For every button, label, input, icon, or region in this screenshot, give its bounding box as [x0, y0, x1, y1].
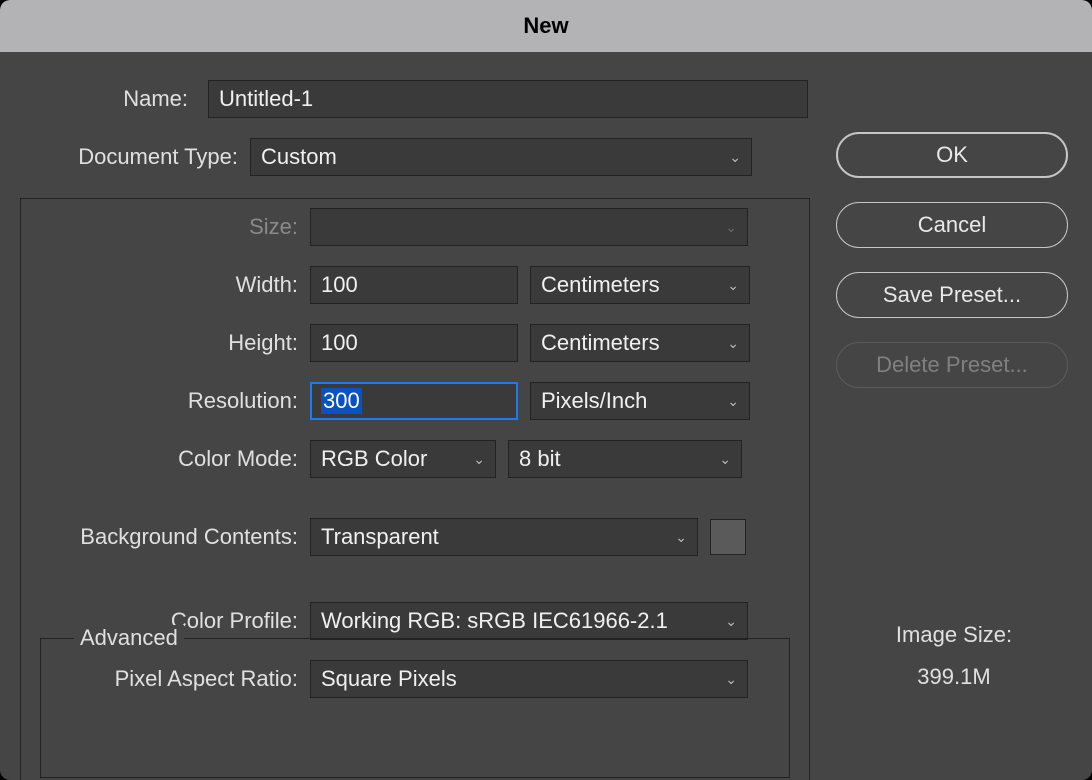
width-unit-value: Centimeters: [541, 272, 660, 298]
label-document-type: Document Type:: [0, 144, 250, 170]
color-mode-dropdown[interactable]: RGB Color ⌄: [310, 440, 496, 478]
label-resolution: Resolution:: [0, 388, 310, 414]
chevron-down-icon: ⌄: [725, 219, 737, 236]
ok-button-label: OK: [936, 142, 968, 168]
row-color-mode: Color Mode: RGB Color ⌄ 8 bit ⌄: [0, 440, 1092, 478]
color-profile-value: Working RGB: sRGB IEC61966-2.1: [321, 608, 668, 634]
resolution-unit-dropdown[interactable]: Pixels/Inch ⌄: [530, 382, 750, 420]
ok-button[interactable]: OK: [836, 132, 1068, 178]
chevron-down-icon: ⌄: [675, 529, 687, 546]
name-input[interactable]: [208, 80, 808, 118]
dialog-content: Name: Document Type: Custom ⌄ Size: ⌄ Wi…: [0, 52, 1092, 780]
label-name: Name:: [0, 86, 200, 112]
chevron-down-icon: ⌄: [473, 451, 485, 468]
side-buttons: OK Cancel Save Preset... Delete Preset..…: [836, 132, 1072, 412]
height-unit-dropdown[interactable]: Centimeters ⌄: [530, 324, 750, 362]
image-size-value: 399.1M: [836, 664, 1072, 690]
bit-depth-dropdown[interactable]: 8 bit ⌄: [508, 440, 742, 478]
pixel-aspect-ratio-value: Square Pixels: [321, 666, 457, 692]
image-size-block: Image Size: 399.1M: [836, 622, 1072, 690]
delete-preset-button-label: Delete Preset...: [876, 352, 1028, 378]
label-color-mode: Color Mode:: [0, 446, 310, 472]
label-height: Height:: [0, 330, 310, 356]
row-name: Name:: [0, 80, 1092, 118]
chevron-down-icon: ⌄: [719, 451, 731, 468]
cancel-button-label: Cancel: [918, 212, 986, 238]
chevron-down-icon: ⌄: [725, 613, 737, 630]
color-mode-value: RGB Color: [321, 446, 427, 472]
width-unit-dropdown[interactable]: Centimeters ⌄: [530, 266, 750, 304]
bit-depth-value: 8 bit: [519, 446, 561, 472]
cancel-button[interactable]: Cancel: [836, 202, 1068, 248]
chevron-down-icon: ⌄: [725, 671, 737, 688]
delete-preset-button: Delete Preset...: [836, 342, 1068, 388]
save-preset-button-label: Save Preset...: [883, 282, 1021, 308]
row-background-contents: Background Contents: Transparent ⌄: [0, 518, 1092, 556]
chevron-down-icon: ⌄: [727, 393, 739, 410]
background-contents-dropdown[interactable]: Transparent ⌄: [310, 518, 698, 556]
background-color-swatch[interactable]: [710, 519, 746, 555]
save-preset-button[interactable]: Save Preset...: [836, 272, 1068, 318]
chevron-down-icon: ⌄: [729, 149, 741, 166]
advanced-fieldset: [40, 638, 790, 778]
resolution-value: 300: [321, 388, 362, 414]
width-input[interactable]: [310, 266, 518, 304]
chevron-down-icon: ⌄: [727, 335, 739, 352]
chevron-down-icon: ⌄: [727, 277, 739, 294]
color-profile-dropdown[interactable]: Working RGB: sRGB IEC61966-2.1 ⌄: [310, 602, 748, 640]
background-contents-value: Transparent: [321, 524, 439, 550]
label-pixel-aspect-ratio: Pixel Aspect Ratio:: [0, 666, 310, 692]
resolution-unit-value: Pixels/Inch: [541, 388, 647, 414]
pixel-aspect-ratio-dropdown[interactable]: Square Pixels ⌄: [310, 660, 748, 698]
new-document-dialog: New Name: Document Type: Custom ⌄ Size: …: [0, 0, 1092, 780]
resolution-input[interactable]: 300: [310, 382, 518, 420]
label-width: Width:: [0, 272, 310, 298]
label-image-size: Image Size:: [836, 622, 1072, 648]
height-input[interactable]: [310, 324, 518, 362]
height-unit-value: Centimeters: [541, 330, 660, 356]
window-title: New: [523, 13, 568, 39]
label-advanced: Advanced: [74, 625, 184, 651]
label-background-contents: Background Contents:: [0, 524, 310, 550]
window-titlebar: New: [0, 0, 1092, 52]
document-type-value: Custom: [261, 144, 337, 170]
size-dropdown: ⌄: [310, 208, 748, 246]
document-type-dropdown[interactable]: Custom ⌄: [250, 138, 752, 176]
label-size: Size:: [0, 214, 310, 240]
